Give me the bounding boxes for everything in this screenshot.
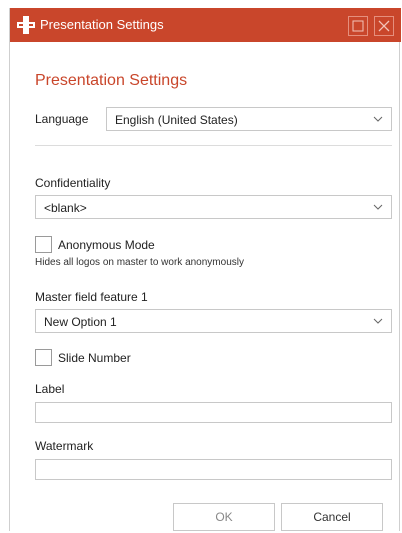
presentation-logo-icon xyxy=(17,16,35,34)
slide-number-checkbox[interactable] xyxy=(35,349,52,366)
divider xyxy=(35,145,392,146)
chevron-down-icon xyxy=(373,204,383,210)
label-input[interactable] xyxy=(35,402,392,423)
master-field-select[interactable]: New Option 1 xyxy=(35,309,392,333)
confidentiality-label: Confidentiality xyxy=(35,176,111,190)
dialog-heading: Presentation Settings xyxy=(35,72,188,89)
maximize-icon xyxy=(352,20,364,32)
master-field-value: New Option 1 xyxy=(44,315,117,329)
cancel-button-label: Cancel xyxy=(313,510,351,524)
close-button[interactable] xyxy=(374,16,394,36)
anonymous-mode-hint: Hides all logos on master to work anonym… xyxy=(35,257,244,268)
language-value: English (United States) xyxy=(115,113,238,127)
language-label: Language xyxy=(35,112,89,126)
presentation-settings-dialog: Presentation Settings Presentation Setti… xyxy=(9,8,401,531)
language-select[interactable]: English (United States) xyxy=(106,107,392,131)
title-bar[interactable]: Presentation Settings xyxy=(10,8,401,42)
ok-button-label: OK xyxy=(215,510,233,524)
label-field-label: Label xyxy=(35,382,65,396)
chevron-down-icon xyxy=(373,318,383,324)
anonymous-mode-checkbox[interactable] xyxy=(35,236,52,253)
master-field-label: Master field feature 1 xyxy=(35,290,148,304)
cancel-button[interactable]: Cancel xyxy=(281,503,383,531)
window-title: Presentation Settings xyxy=(40,17,164,32)
chevron-down-icon xyxy=(373,116,383,122)
confidentiality-select[interactable]: <blank> xyxy=(35,195,392,219)
watermark-field-label: Watermark xyxy=(35,439,94,453)
slide-number-label: Slide Number xyxy=(58,351,131,365)
maximize-button[interactable] xyxy=(348,16,368,36)
ok-button[interactable]: OK xyxy=(173,503,275,531)
close-icon xyxy=(378,20,390,32)
confidentiality-value: <blank> xyxy=(44,201,87,215)
anonymous-mode-label: Anonymous Mode xyxy=(58,238,155,252)
watermark-input[interactable] xyxy=(35,459,392,480)
